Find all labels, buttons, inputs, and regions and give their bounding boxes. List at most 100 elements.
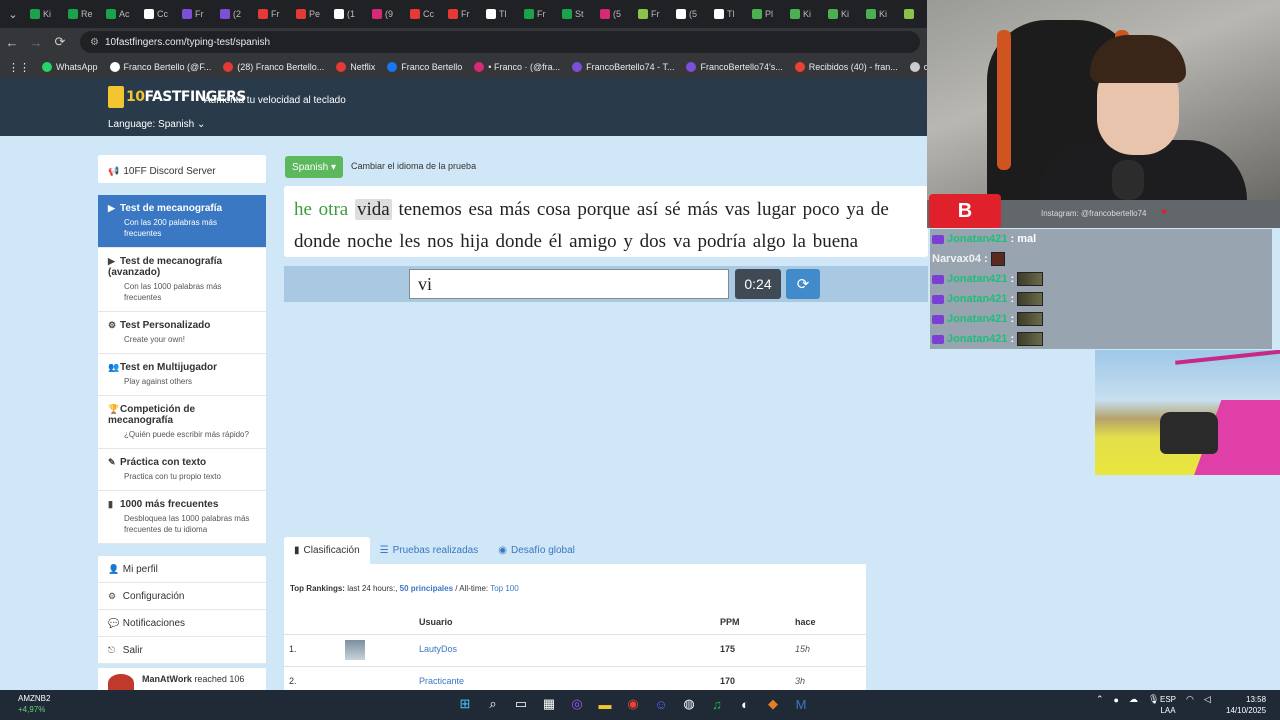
browser-tab[interactable]: Fr (444, 0, 482, 28)
tab-desafio-global[interactable]: ◉ Desafío global (488, 537, 585, 564)
user-avatar[interactable] (345, 640, 365, 660)
chrome-icon[interactable]: ◉ (623, 694, 643, 714)
browser-tab[interactable]: (2 (216, 0, 254, 28)
bookmark[interactable]: • Franco · (@fra... (474, 62, 560, 72)
bookmark[interactable]: Netflix (336, 62, 375, 72)
bookmark[interactable]: (28) Franco Bertello... (223, 62, 324, 72)
volume-icon[interactable]: ◁ (1204, 694, 1211, 705)
system-tray: ⌃ ● ☁ 🎙 (1096, 694, 1159, 705)
obs-icon[interactable]: ◍ (679, 694, 699, 714)
chat-username[interactable]: Narvax04 (932, 253, 981, 265)
top50-link[interactable]: 50 principales (400, 584, 453, 593)
wifi-icon[interactable]: ◠ (1186, 694, 1194, 705)
folder-icon[interactable]: ▬ (595, 694, 615, 714)
time-ago: 15h (795, 644, 811, 654)
discord-card[interactable]: 📢 10FF Discord Server (98, 155, 266, 183)
notification-ticker[interactable]: ManAtWork reached 106 (98, 668, 266, 692)
search-icon[interactable]: ⌕ (483, 694, 503, 714)
browser-tab[interactable]: Fr (178, 0, 216, 28)
apps-grid-icon[interactable]: ⋮⋮ (8, 61, 30, 74)
browser-tab[interactable]: (1 (330, 0, 368, 28)
tab-favicon-icon (68, 9, 78, 19)
bookmark[interactable]: FrancoBertello74's... (686, 62, 783, 72)
tray-expand-icon[interactable]: ⌃ (1096, 694, 1104, 705)
discord-icon[interactable]: ☺ (651, 694, 671, 714)
browser-tab[interactable]: Ki (824, 0, 862, 28)
browser-tab[interactable]: Fr (254, 0, 292, 28)
microphone-tray-icon[interactable]: 🎙 (1148, 694, 1159, 705)
browser-tab[interactable]: (9 (368, 0, 406, 28)
app-m-icon[interactable]: M (791, 694, 811, 714)
browser-tab[interactable]: Fr (520, 0, 558, 28)
user-link[interactable]: Practicante (419, 676, 464, 686)
browser-tab[interactable]: Fr (634, 0, 672, 28)
tab-favicon-icon (714, 9, 724, 19)
browser-tab[interactable]: Tl (482, 0, 520, 28)
task-view-icon[interactable]: ▭ (511, 694, 531, 714)
sidebar-item[interactable]: ✎ Práctica con texto Practica con tu propi… (98, 449, 266, 491)
browser-tab[interactable]: (5 (596, 0, 634, 28)
browser-tab[interactable]: Ki (862, 0, 900, 28)
bookmark[interactable]: FrancoBertello74 - T... (572, 62, 674, 72)
tray-app-icon[interactable]: ● (1114, 695, 1119, 705)
stock-widget[interactable]: AMZNB2 +4,97% (18, 693, 50, 715)
sidebar-link[interactable]: 👤 Mi perfil (98, 556, 266, 583)
tab-search-icon[interactable]: ⌄ (0, 0, 26, 28)
browser-tab[interactable]: Tl (710, 0, 748, 28)
cloud-icon[interactable]: ☁ (1129, 694, 1138, 705)
input-language[interactable]: ESP LAA (1160, 694, 1176, 716)
sidebar: 📢 10FF Discord Server ▶ Test de mecanogra… (98, 155, 266, 664)
forward-icon[interactable]: → (24, 28, 48, 56)
back-icon[interactable]: ← (0, 28, 24, 56)
browser-tab[interactable]: Ki (786, 0, 824, 28)
sidebar-item[interactable]: 👥Test en Multijugador Play against others (98, 354, 266, 396)
site-info-icon[interactable]: ⚙ (90, 37, 99, 48)
steam-icon[interactable]: ◐ (735, 694, 755, 714)
sidebar-item[interactable]: ▶ Test de mecanografía Con las 200 palabra… (98, 195, 266, 248)
tab-pruebas-realizadas[interactable]: ☰ Pruebas realizadas (370, 537, 489, 564)
browser-tab[interactable]: Pl (748, 0, 786, 28)
clock[interactable]: 13:58 14/10/2025 (1226, 694, 1266, 716)
table-row: 1. LautyDos 175 15h (284, 634, 866, 664)
sidebar-item[interactable]: ⚙ Test Personalizado Create your own! (98, 312, 266, 354)
browser-tab[interactable]: (5 (672, 0, 710, 28)
tab-clasificacion[interactable]: ▮ Clasificación (284, 537, 370, 564)
browser-tab[interactable]: Ac (102, 0, 140, 28)
browser-tab[interactable]: St (558, 0, 596, 28)
user-menu: 👤 Mi perfil ⚙ Configuración 💬 Notificacion… (98, 556, 266, 664)
address-bar[interactable]: ⚙ 10fastfingers.com/typing-test/spanish (80, 31, 920, 53)
sidebar-item[interactable]: 🏆Competición de mecanografía ¿Quién puede… (98, 396, 266, 449)
top100-link[interactable]: Top 100 (490, 584, 518, 593)
typing-input[interactable] (409, 269, 729, 299)
change-language-button[interactable]: Spanish ▾ (285, 156, 343, 178)
app-circle-icon[interactable]: ◎ (567, 694, 587, 714)
tab-favicon-icon (828, 9, 838, 19)
chat-username[interactable]: Jonatan421 (947, 313, 1008, 325)
windows-start-icon[interactable]: ⊞ (455, 694, 475, 714)
bookmark[interactable]: WhatsApp (42, 62, 98, 72)
chat-username[interactable]: Jonatan421 (947, 333, 1008, 345)
sidebar-link[interactable]: ⎋ Salir (98, 637, 266, 664)
browser-tab[interactable]: Cc (406, 0, 444, 28)
chat-username[interactable]: Jonatan421 (947, 273, 1008, 285)
store-icon[interactable]: ▦ (539, 694, 559, 714)
bookmark[interactable]: Recibidos (40) - fran... (794, 62, 898, 72)
game-icon[interactable]: ◆ (763, 694, 783, 714)
restart-button[interactable]: ⟳ (786, 269, 820, 299)
browser-tab[interactable]: Re (64, 0, 102, 28)
chat-username[interactable]: Jonatan421 (947, 233, 1008, 245)
bookmark[interactable]: Franco Bertello (387, 62, 462, 72)
browser-tab[interactable]: Cc (140, 0, 178, 28)
user-link[interactable]: LautyDos (419, 644, 457, 654)
reload-icon[interactable]: ⟳ (48, 28, 72, 56)
sidebar-item[interactable]: ▮ 1000 más frecuentes Desbloquea las 1000 … (98, 491, 266, 544)
language-dropdown[interactable]: Language: Spanish ⌄ (108, 119, 205, 130)
sidebar-item[interactable]: ▶ Test de mecanografía (avanzado) Con las … (98, 248, 266, 312)
bookmark[interactable]: Franco Bertello (@F... (109, 62, 211, 72)
sidebar-link[interactable]: 💬 Notificaciones (98, 610, 266, 637)
chat-username[interactable]: Jonatan421 (947, 293, 1008, 305)
sidebar-link[interactable]: ⚙ Configuración (98, 583, 266, 610)
spotify-icon[interactable]: ♫ (707, 694, 727, 714)
browser-tab[interactable]: Ki (26, 0, 64, 28)
browser-tab[interactable]: Pe (292, 0, 330, 28)
